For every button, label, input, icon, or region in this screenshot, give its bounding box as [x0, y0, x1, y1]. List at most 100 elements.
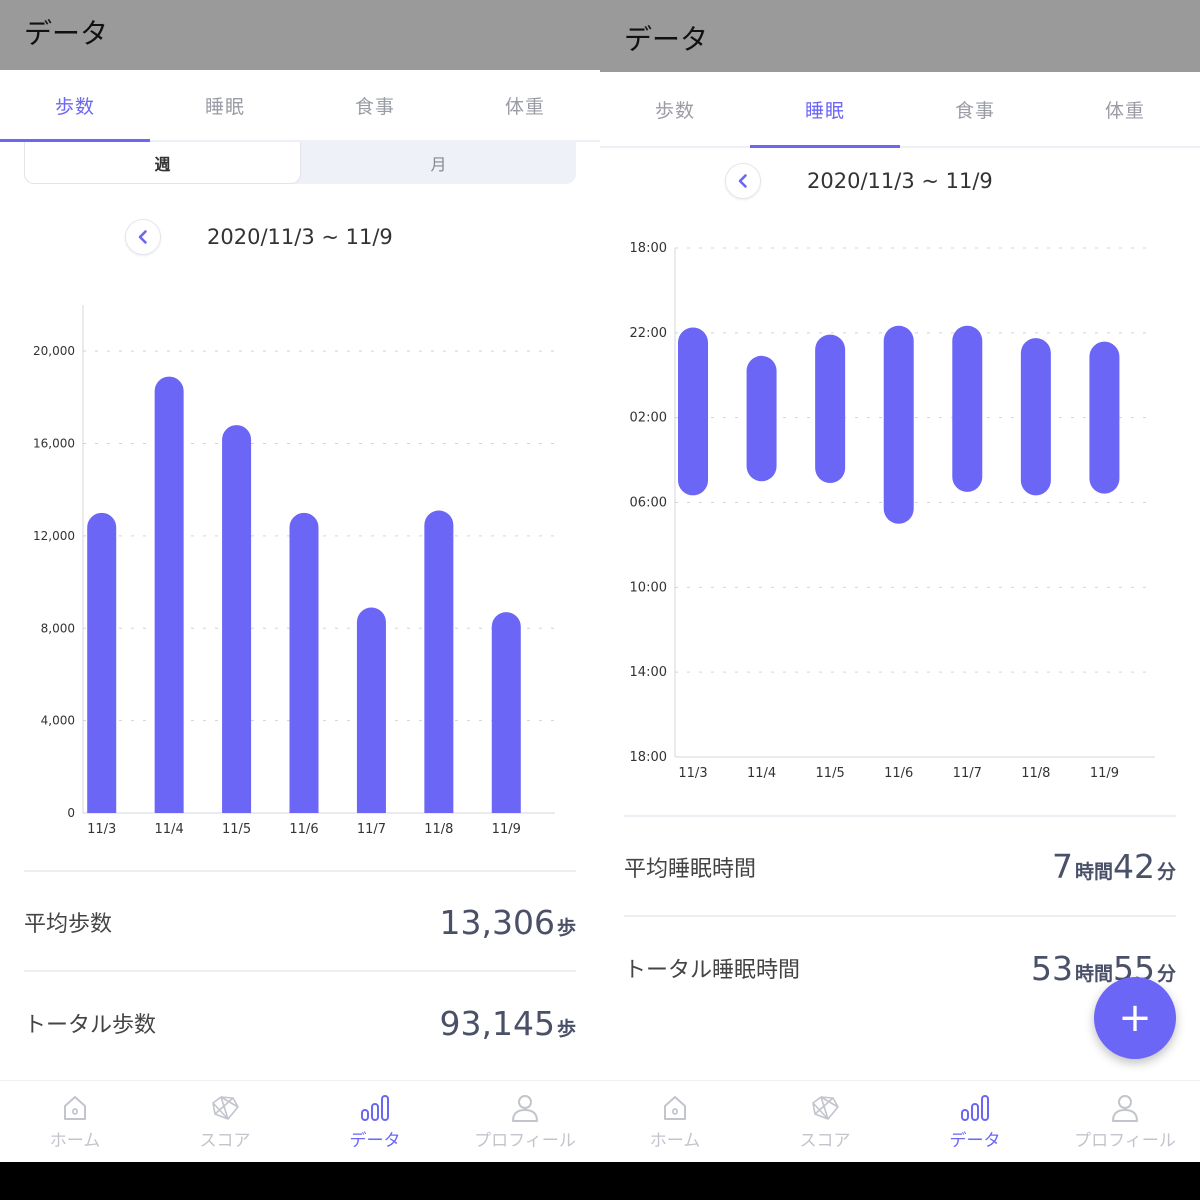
hours-unit: 時間 — [1074, 962, 1113, 985]
y-tick-label: 8,000 — [41, 621, 75, 635]
date-navigator: 2020/11/3 ~ 11/9 — [125, 219, 393, 255]
nav-data[interactable]: データ — [300, 1081, 450, 1162]
score-gem-icon — [212, 1096, 239, 1120]
score-gem-icon — [812, 1096, 839, 1120]
nav-data[interactable]: データ — [900, 1081, 1050, 1162]
x-tick-label: 11/4 — [155, 822, 184, 837]
sleep-range-bar — [883, 325, 914, 524]
y-tick-label: 18:00 — [630, 241, 667, 256]
minutes-unit: 分 — [1156, 962, 1176, 985]
tab-steps[interactable]: 歩数 — [0, 70, 150, 142]
stat-value: 13,306 歩 — [440, 903, 576, 942]
date-navigator: 2020/11/3 ~ 11/9 — [725, 163, 993, 199]
nav-score[interactable]: スコア — [750, 1081, 900, 1162]
tab-bar: 歩数 睡眠 食事 体重 — [0, 70, 600, 142]
value-unit: 歩 — [556, 916, 576, 939]
value-number: 93,145 — [439, 1003, 555, 1043]
nav-home[interactable]: ホーム — [0, 1081, 150, 1162]
tab-sleep[interactable]: 睡眠 — [150, 70, 300, 140]
bottom-navigation: ホーム スコア データ プロフィール — [0, 1080, 600, 1162]
profile-icon — [512, 1095, 538, 1122]
tab-bar: 歩数 睡眠 食事 体重 — [600, 72, 1200, 148]
sleep-screen: データ 歩数 睡眠 食事 体重 2020/11/3 ~ 11/9 18:00 22… — [600, 0, 1200, 1162]
nav-label: データ — [949, 1131, 1001, 1151]
segment-week[interactable]: 週 — [24, 142, 301, 184]
average-steps-row: 平均歩数 13,306 歩 — [24, 870, 576, 972]
x-tick-label: 11/5 — [222, 822, 251, 837]
x-tick-label: 11/6 — [884, 766, 913, 781]
y-tick-label: 06:00 — [630, 496, 667, 511]
tab-weight[interactable]: 体重 — [450, 70, 600, 140]
nav-profile[interactable]: プロフィール — [450, 1081, 600, 1162]
date-range: 2020/11/3 ~ 11/9 — [807, 169, 993, 193]
x-tick-label: 11/5 — [816, 766, 845, 781]
page-title: データ — [624, 23, 709, 56]
app-bar: データ — [0, 0, 600, 70]
tab-sleep[interactable]: 睡眠 — [750, 72, 900, 148]
sleep-range-bar — [678, 327, 708, 496]
steps-bar — [424, 510, 454, 813]
chevron-left-icon — [738, 174, 747, 188]
x-tick-label: 11/7 — [953, 766, 982, 781]
steps-bar — [356, 607, 386, 813]
add-record-button[interactable]: + — [1094, 977, 1176, 1059]
nav-profile[interactable]: プロフィール — [1050, 1081, 1200, 1162]
x-tick-label: 11/9 — [492, 822, 521, 837]
steps-bar — [491, 612, 521, 813]
total-sleep-row: トータル睡眠時間 53 時間 55 分 — [624, 915, 1176, 1019]
y-tick-label: 20,000 — [33, 344, 75, 358]
stat-label: 平均歩数 — [24, 912, 113, 937]
profile-icon — [1112, 1095, 1138, 1122]
minutes-unit: 分 — [1156, 861, 1176, 883]
y-tick-label: 16,000 — [33, 437, 75, 451]
period-segment: 週 月 — [24, 142, 576, 184]
hours-number: 53 — [1030, 948, 1073, 988]
steps-bar — [87, 512, 117, 813]
y-tick-label: 12,000 — [33, 529, 75, 543]
total-steps-row: トータル歩数 93,145 歩 — [24, 970, 576, 1074]
value-unit: 歩 — [556, 1017, 576, 1040]
x-tick-label: 11/7 — [357, 822, 386, 837]
sleep-range-bar — [746, 355, 777, 482]
previous-week-button[interactable] — [125, 219, 161, 255]
minutes-number: 42 — [1112, 847, 1155, 886]
chevron-left-icon — [138, 230, 147, 244]
tab-weight[interactable]: 体重 — [1050, 72, 1200, 146]
nav-label: ホーム — [649, 1131, 701, 1151]
nav-score[interactable]: スコア — [150, 1081, 300, 1162]
bar-chart-icon — [961, 1095, 989, 1121]
stat-value: 93,145 歩 — [440, 1004, 576, 1043]
sleep-range-bar — [815, 334, 846, 484]
average-sleep-row: 平均睡眠時間 7 時間 42 分 — [624, 815, 1176, 916]
value-number: 13,306 — [439, 902, 555, 942]
y-tick-label: 22:00 — [630, 326, 667, 341]
stat-label: トータル睡眠時間 — [624, 958, 801, 983]
steps-screen: データ 歩数 睡眠 食事 体重 週 月 2020/11/3 ~ 11/9 0 4,… — [0, 0, 600, 1162]
nav-label: プロフィール — [474, 1131, 576, 1151]
tab-meal[interactable]: 食事 — [300, 70, 450, 140]
previous-week-button[interactable] — [725, 163, 761, 199]
sleep-range-bar — [952, 325, 983, 492]
app-bar: データ — [600, 0, 1200, 72]
tab-steps[interactable]: 歩数 — [600, 72, 750, 146]
x-tick-label: 11/8 — [1021, 766, 1050, 781]
y-tick-label: 0 — [67, 806, 75, 820]
steps-bar — [222, 425, 252, 813]
stat-label: トータル歩数 — [24, 1013, 157, 1038]
bar-chart-icon — [361, 1095, 389, 1121]
nav-label: スコア — [199, 1131, 251, 1151]
nav-home[interactable]: ホーム — [600, 1081, 750, 1162]
nav-label: ホーム — [49, 1131, 101, 1151]
segment-month[interactable]: 月 — [301, 142, 576, 184]
home-icon — [64, 1096, 86, 1120]
steps-bar — [154, 376, 184, 813]
nav-label: プロフィール — [1074, 1131, 1176, 1151]
y-tick-label: 4,000 — [41, 714, 75, 728]
x-tick-label: 11/3 — [678, 766, 707, 781]
x-tick-label: 11/9 — [1090, 766, 1119, 781]
x-tick-label: 11/8 — [424, 822, 453, 837]
sleep-range-chart: 18:00 22:00 02:00 06:00 10:00 14:00 18:00 11/3 1… — [630, 241, 1155, 781]
tab-meal[interactable]: 食事 — [900, 72, 1050, 146]
y-tick-label: 14:00 — [630, 665, 667, 680]
page-title: データ — [24, 17, 109, 50]
